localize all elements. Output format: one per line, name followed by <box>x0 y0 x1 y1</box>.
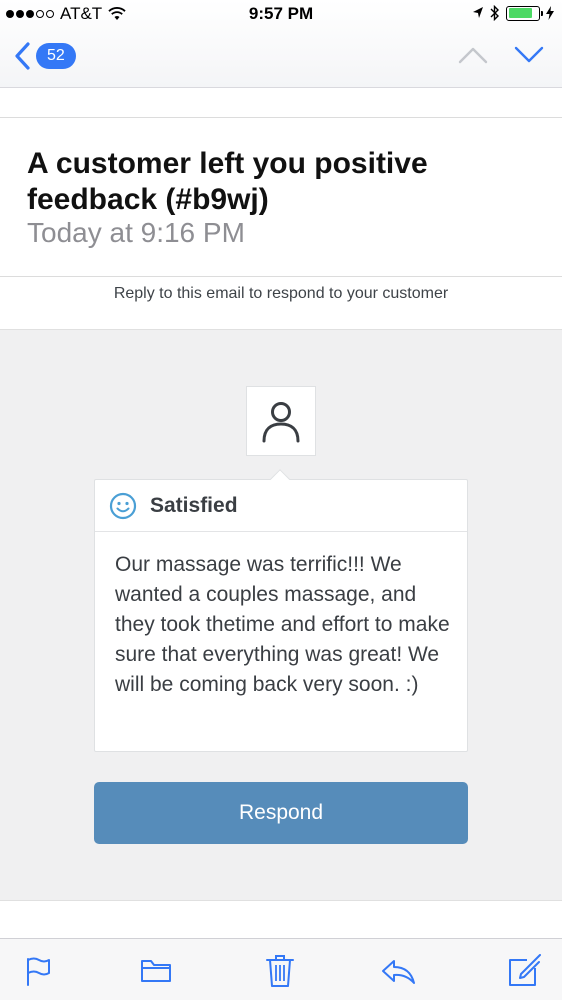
chevron-up-icon[interactable] <box>458 46 488 64</box>
reply-icon <box>382 960 415 984</box>
chevron-left-icon <box>15 42 30 70</box>
feedback-text: Our massage was terrific!!! We wanted a … <box>115 553 450 696</box>
feedback-rating: Satisfied <box>95 480 467 532</box>
charging-icon <box>546 6 554 20</box>
trash-button[interactable] <box>262 953 298 989</box>
customer-avatar <box>246 386 316 456</box>
rating-label: Satisfied <box>150 493 238 517</box>
compose-icon <box>509 954 541 986</box>
email-subject: A customer left you positive feedback (#… <box>27 147 428 216</box>
back-button[interactable]: 52 <box>14 42 76 70</box>
email-header: A customer left you positive feedback (#… <box>0 117 562 277</box>
battery-icon <box>506 5 543 21</box>
location-icon <box>473 7 483 18</box>
bluetooth-icon <box>490 5 499 21</box>
move-to-folder-button[interactable] <box>138 953 174 989</box>
nav-bar: 52 <box>0 36 562 80</box>
reply-button[interactable] <box>380 953 416 989</box>
respond-button[interactable]: Respond <box>94 782 468 844</box>
person-icon <box>262 402 300 443</box>
bottom-toolbar <box>0 938 562 1000</box>
flag-button[interactable] <box>20 953 56 989</box>
folder-icon <box>141 960 171 982</box>
email-date: Today at 9:16 PM <box>27 217 245 248</box>
status-right <box>472 5 554 21</box>
battery-level <box>508 8 532 18</box>
trash-icon <box>266 955 294 987</box>
compose-button[interactable] <box>506 953 542 989</box>
feedback-card: Satisfied Our massage was terrific!!! We… <box>94 469 468 752</box>
reply-note: Reply to this email to respond to your c… <box>113 285 449 302</box>
message-navigation <box>458 46 544 64</box>
smiley-icon <box>109 492 137 519</box>
chevron-down-icon[interactable] <box>514 46 544 64</box>
flag-icon <box>27 957 50 986</box>
unread-count-badge: 52 <box>36 43 76 69</box>
header-area: AT&T 9:57 PM 52 <box>0 0 562 88</box>
status-bar: AT&T 9:57 PM <box>0 0 562 30</box>
